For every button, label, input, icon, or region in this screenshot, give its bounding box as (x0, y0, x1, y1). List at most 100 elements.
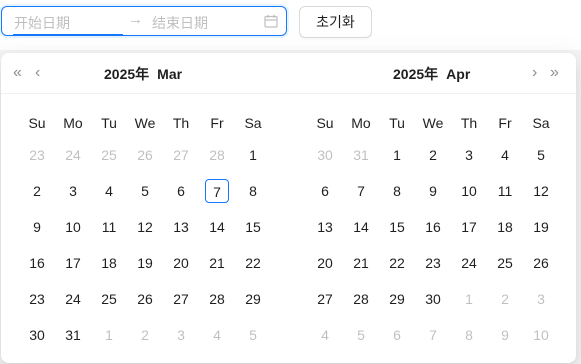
date-cell[interactable]: 13 (307, 215, 343, 239)
reset-button[interactable]: 초기화 (299, 6, 372, 38)
date-cell[interactable]: 5 (127, 179, 163, 203)
date-cell[interactable]: 31 (343, 143, 379, 167)
date-cell[interactable]: 4 (199, 323, 235, 347)
date-cell[interactable]: 24 (55, 287, 91, 311)
date-cell[interactable]: 1 (91, 323, 127, 347)
date-cell[interactable]: 10 (523, 323, 559, 347)
date-cell[interactable]: 25 (487, 251, 523, 275)
super-next-year-icon[interactable]: » (550, 63, 559, 83)
date-cell[interactable]: 10 (55, 215, 91, 239)
date-range-picker[interactable]: 开始日期 → 结束日期 (1, 6, 287, 36)
year-label[interactable]: 2025年 (104, 66, 149, 82)
date-cell[interactable]: 22 (379, 251, 415, 275)
date-cell[interactable]: 7 (343, 179, 379, 203)
super-prev-year-icon[interactable]: « (13, 63, 22, 83)
date-cell[interactable]: 19 (127, 251, 163, 275)
date-cell[interactable]: 1 (235, 143, 271, 167)
date-cell[interactable]: 5 (343, 323, 379, 347)
date-cell[interactable]: 28 (199, 143, 235, 167)
date-cell[interactable]: 31 (55, 323, 91, 347)
date-cell[interactable]: 3 (451, 143, 487, 167)
month-label[interactable]: Mar (157, 66, 182, 82)
month-label[interactable]: Apr (446, 66, 470, 82)
date-cell[interactable]: 3 (55, 179, 91, 203)
date-cell[interactable]: 4 (91, 179, 127, 203)
date-cell[interactable]: 24 (451, 251, 487, 275)
date-cell[interactable]: 20 (307, 251, 343, 275)
start-date-input[interactable]: 开始日期 (14, 13, 70, 33)
date-cell[interactable]: 21 (343, 251, 379, 275)
date-cell[interactable]: 8 (235, 179, 271, 203)
year-label[interactable]: 2025年 (393, 66, 438, 82)
date-cell[interactable]: 1 (379, 143, 415, 167)
date-cell[interactable]: 23 (415, 251, 451, 275)
date-cell[interactable]: 18 (487, 215, 523, 239)
date-cell[interactable]: 27 (163, 143, 199, 167)
date-cell[interactable]: 26 (127, 143, 163, 167)
date-cell[interactable]: 9 (487, 323, 523, 347)
date-cell[interactable]: 21 (199, 251, 235, 275)
date-cell[interactable]: 6 (307, 179, 343, 203)
date-cell[interactable]: 23 (19, 143, 55, 167)
date-cell[interactable]: 28 (343, 287, 379, 311)
date-cell[interactable]: 16 (19, 251, 55, 275)
end-date-input[interactable]: 结束日期 (152, 13, 208, 33)
date-cell[interactable]: 8 (379, 179, 415, 203)
date-cell[interactable]: 17 (55, 251, 91, 275)
date-cell[interactable]: 15 (235, 215, 271, 239)
date-cell[interactable]: 15 (379, 215, 415, 239)
date-cell[interactable]: 9 (19, 215, 55, 239)
date-cell[interactable]: 29 (379, 287, 415, 311)
date-cell[interactable]: 30 (19, 323, 55, 347)
date-cell[interactable]: 12 (127, 215, 163, 239)
date-cell[interactable]: 14 (199, 215, 235, 239)
date-cell[interactable]: 28 (199, 287, 235, 311)
date-cell[interactable]: 22 (235, 251, 271, 275)
date-cell[interactable]: 3 (523, 287, 559, 311)
date-cell[interactable]: 9 (415, 179, 451, 203)
date-cell[interactable]: 2 (415, 143, 451, 167)
date-cell[interactable]: 2 (127, 323, 163, 347)
date-cell[interactable]: 14 (343, 215, 379, 239)
date-number: 12 (137, 219, 153, 235)
date-cell[interactable]: 25 (91, 143, 127, 167)
date-cell[interactable]: 13 (163, 215, 199, 239)
date-cell[interactable]: 18 (91, 251, 127, 275)
date-cell[interactable]: 6 (379, 323, 415, 347)
prev-month-icon[interactable]: ‹ (35, 63, 40, 83)
date-cell[interactable]: 5 (235, 323, 271, 347)
date-cell[interactable]: 25 (91, 287, 127, 311)
date-cell[interactable]: 5 (523, 143, 559, 167)
date-cell[interactable]: 26 (523, 251, 559, 275)
date-cell[interactable]: 7 (415, 323, 451, 347)
calendar-title-left[interactable]: 2025年 Mar (104, 64, 182, 84)
date-cell[interactable]: 20 (163, 251, 199, 275)
date-cell[interactable]: 11 (91, 215, 127, 239)
date-cell[interactable]: 26 (127, 287, 163, 311)
date-cell[interactable]: 11 (487, 179, 523, 203)
date-cell-today[interactable]: 7 (199, 179, 235, 204)
date-cell[interactable]: 17 (451, 215, 487, 239)
date-cell[interactable]: 2 (19, 179, 55, 203)
date-cell[interactable]: 16 (415, 215, 451, 239)
date-cell[interactable]: 24 (55, 143, 91, 167)
date-cell[interactable]: 4 (307, 323, 343, 347)
date-cell[interactable]: 2 (487, 287, 523, 311)
date-cell[interactable]: 27 (307, 287, 343, 311)
date-cell[interactable]: 30 (415, 287, 451, 311)
next-month-icon[interactable]: › (532, 63, 537, 83)
calendar-title-right[interactable]: 2025年 Apr (393, 64, 470, 84)
date-cell[interactable]: 12 (523, 179, 559, 203)
date-cell[interactable]: 3 (163, 323, 199, 347)
date-cell[interactable]: 4 (487, 143, 523, 167)
date-number: 23 (425, 255, 441, 271)
date-cell[interactable]: 23 (19, 287, 55, 311)
date-cell[interactable]: 1 (451, 287, 487, 311)
date-cell[interactable]: 10 (451, 179, 487, 203)
date-cell[interactable]: 8 (451, 323, 487, 347)
date-cell[interactable]: 29 (235, 287, 271, 311)
date-cell[interactable]: 27 (163, 287, 199, 311)
date-cell[interactable]: 30 (307, 143, 343, 167)
date-cell[interactable]: 19 (523, 215, 559, 239)
date-cell[interactable]: 6 (163, 179, 199, 203)
